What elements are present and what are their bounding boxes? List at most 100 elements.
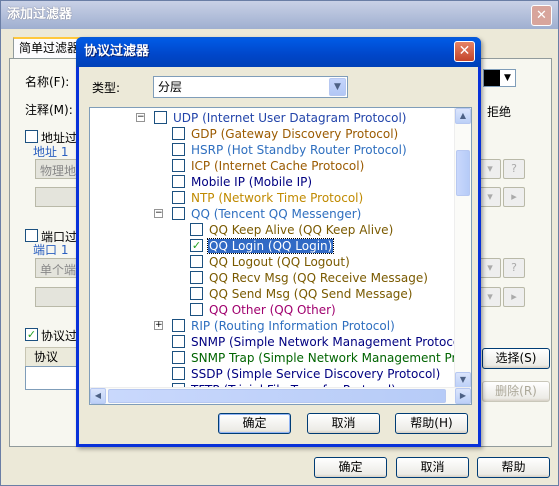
action-combo[interactable]: ▼	[483, 69, 516, 87]
minus-icon[interactable]: −	[154, 209, 163, 218]
deny-label: 拒绝	[487, 105, 512, 119]
protocol-list[interactable]	[25, 366, 81, 390]
protocol-column-header[interactable]: 协议	[25, 347, 81, 367]
tree-item[interactable]: QQ Logout (QQ Logout)	[190, 254, 351, 270]
tree-item-checkbox[interactable]	[172, 319, 185, 332]
tree-item-checkbox[interactable]	[190, 271, 203, 284]
tree-item[interactable]: QQ Send Msg (QQ Send Message)	[190, 286, 413, 302]
tree-item-checkbox[interactable]	[172, 127, 185, 140]
address-arrow-button[interactable]: ▾	[479, 187, 501, 207]
port-arrow-button[interactable]: ▾	[479, 287, 501, 307]
type-select[interactable]: 分层 ▼	[153, 76, 348, 98]
scroll-right-icon[interactable]: ▶	[455, 388, 471, 404]
vertical-scroll-thumb[interactable]	[456, 150, 470, 196]
horizontal-scroll-thumb[interactable]	[108, 389, 446, 403]
tree-item-checkbox[interactable]	[172, 143, 185, 156]
address-combo-button[interactable]: ▾	[479, 159, 501, 179]
tree-item-label: QQ Recv Msg (QQ Receive Message)	[209, 271, 428, 285]
tree-item-label: RIP (Routing Information Protocol)	[191, 319, 395, 333]
tree-item[interactable]: Mobile IP (Mobile IP)	[172, 174, 313, 190]
tree-item[interactable]: − UDP (Internet User Datagram Protocol)	[136, 110, 407, 126]
vertical-scrollbar[interactable]: ▲ ▼	[454, 108, 471, 388]
scroll-left-icon[interactable]: ◀	[90, 388, 106, 404]
tree-item[interactable]: + RIP (Routing Information Protocol)	[154, 318, 396, 334]
dialog-title: 协议过滤器	[76, 37, 481, 67]
protocol-filter-checkbox[interactable]: ✓	[25, 328, 38, 341]
tree-item-checkbox[interactable]	[190, 255, 203, 268]
protocol-tree[interactable]: − UDP (Internet User Datagram Protocol) GD…	[89, 107, 472, 405]
tree-item-label: QQ Keep Alive (QQ Keep Alive)	[209, 223, 394, 237]
tree-item-label: UDP (Internet User Datagram Protocol)	[173, 111, 407, 125]
tree-item-checkbox[interactable]	[190, 287, 203, 300]
tree-item-label: HSRP (Hot Standby Router Protocol)	[191, 143, 407, 157]
dialog-help-button[interactable]: 帮助(H)	[395, 413, 468, 434]
dialog-cancel-button[interactable]: 取消	[307, 413, 380, 434]
tree-item-label: SNMP Trap (Simple Network Management Pro…	[191, 351, 471, 365]
tree-item-checkbox[interactable]	[172, 351, 185, 364]
tree-item-checkbox[interactable]	[190, 223, 203, 236]
type-value: 分层	[158, 80, 183, 94]
tree-item[interactable]: SNMP (Simple Network Management Protocol…	[172, 334, 469, 350]
tree-item[interactable]: NTP (Network Time Protocol)	[172, 190, 364, 206]
port-next-button[interactable]: ▸	[503, 287, 525, 307]
tree-item-checkbox[interactable]	[154, 111, 167, 124]
tree-item[interactable]: ICP (Internet Cache Protocol)	[172, 158, 365, 174]
tree-item-label: GDP (Gateway Discovery Protocol)	[191, 127, 399, 141]
tree-item[interactable]: SNMP Trap (Simple Network Management Pro…	[172, 350, 471, 366]
address-next-button[interactable]: ▸	[503, 187, 525, 207]
tree-item[interactable]: QQ Other (QQ Other)	[190, 302, 337, 318]
close-icon[interactable]: ✕	[454, 41, 475, 62]
tree-item-label: QQ Logout (QQ Logout)	[209, 255, 350, 269]
tree-item-label: QQ (Tencent QQ Messenger)	[191, 207, 362, 221]
tree-item-checkbox[interactable]: ✓	[190, 239, 203, 252]
tree-item-label: QQ Send Msg (QQ Send Message)	[209, 287, 413, 301]
chevron-down-icon[interactable]: ▼	[329, 78, 346, 96]
tree-item-checkbox[interactable]	[172, 191, 185, 204]
chevron-down-icon: ▼	[500, 70, 515, 86]
tree-item-checkbox[interactable]	[172, 159, 185, 172]
comment-label: 注释(M):	[25, 103, 73, 117]
ok-button[interactable]: 确定	[314, 457, 387, 478]
tree-item[interactable]: SSDP (Simple Service Discovery Protocol)	[172, 366, 441, 382]
scroll-down-icon[interactable]: ▼	[455, 372, 471, 388]
minus-icon[interactable]: −	[136, 113, 145, 122]
tree-item[interactable]: ✓ QQ Login (QQ Login)	[190, 238, 335, 254]
help-button[interactable]: 帮助	[477, 457, 550, 478]
type-label: 类型:	[92, 81, 121, 95]
tree-item[interactable]: HSRP (Hot Standby Router Protocol)	[172, 142, 408, 158]
tree-item-checkbox[interactable]	[172, 207, 185, 220]
tree-item-label: QQ Other (QQ Other)	[209, 303, 336, 317]
tree-item[interactable]: − QQ (Tencent QQ Messenger)	[154, 206, 362, 222]
address-group-label: 地址 1	[33, 145, 69, 159]
address-filter-checkbox[interactable]	[25, 130, 38, 143]
protocol-filter-dialog: 协议过滤器 ✕ 类型: 分层 ▼ − UDP (Internet User Dat…	[76, 37, 481, 447]
tree-item[interactable]: QQ Recv Msg (QQ Receive Message)	[190, 270, 429, 286]
window-title: 添加过滤器	[1, 1, 558, 29]
address-help-button[interactable]: ?	[503, 159, 525, 179]
protocol-filter-label: 协议过	[41, 329, 78, 343]
tree-item[interactable]: GDP (Gateway Discovery Protocol)	[172, 126, 399, 142]
name-label: 名称(F):	[25, 75, 70, 89]
scroll-up-icon[interactable]: ▲	[455, 108, 471, 124]
tab-simple-filter[interactable]: 简单过滤器	[13, 37, 85, 59]
dialog-ok-button[interactable]: 确定	[218, 413, 291, 434]
cancel-button[interactable]: 取消	[396, 457, 469, 478]
tree-item-label: SSDP (Simple Service Discovery Protocol)	[191, 367, 441, 381]
tree-item-label: SNMP (Simple Network Management Protocol…	[191, 335, 469, 349]
close-icon[interactable]: ✕	[531, 5, 552, 26]
tree-item[interactable]: QQ Keep Alive (QQ Keep Alive)	[190, 222, 394, 238]
horizontal-scrollbar[interactable]: ◀ ▶	[90, 387, 471, 404]
tree-item-label: ICP (Internet Cache Protocol)	[191, 159, 365, 173]
tree-item-label: NTP (Network Time Protocol)	[191, 191, 364, 205]
port-group-label: 端口 1	[33, 243, 69, 257]
port-help-button[interactable]: ?	[503, 258, 525, 278]
select-button[interactable]: 选择(S)	[482, 348, 550, 369]
tree-item-checkbox[interactable]	[172, 367, 185, 380]
delete-button[interactable]: 删除(R)	[482, 381, 550, 402]
tree-item-checkbox[interactable]	[172, 175, 185, 188]
tree-item-checkbox[interactable]	[172, 335, 185, 348]
tree-item-label: Mobile IP (Mobile IP)	[191, 175, 313, 189]
plus-icon[interactable]: +	[154, 321, 163, 330]
tree-item-checkbox[interactable]	[190, 303, 203, 316]
port-combo-button[interactable]: ▾	[479, 258, 501, 278]
